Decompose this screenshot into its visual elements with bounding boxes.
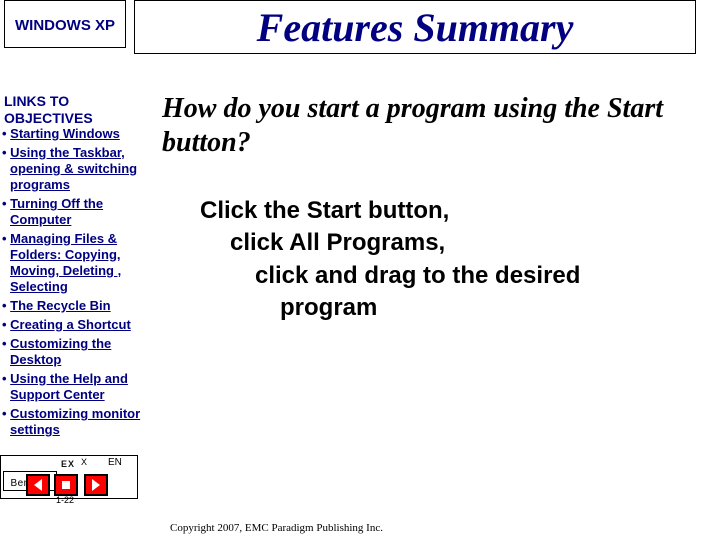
taskbar-label: EX	[61, 459, 75, 469]
links-heading: LINKS TO OBJECTIVES	[4, 93, 144, 127]
slide-answer: Click the Start button, click All Progra…	[200, 195, 670, 325]
answer-line-2: click All Programs,	[200, 227, 670, 259]
sidebar-item-managing-files[interactable]: • Managing Files & Folders: Copying, Mov…	[0, 231, 154, 295]
arrow-right-icon	[92, 479, 100, 491]
sidebar-title: WINDOWS XP	[4, 0, 126, 48]
sidebar-item-recycle-bin[interactable]: • The Recycle Bin	[0, 298, 154, 314]
answer-line-4: program	[200, 292, 670, 324]
sidebar-item-starting-windows[interactable]: • Starting Windows	[0, 126, 154, 142]
answer-line-1: Click the Start button,	[200, 195, 670, 227]
sidebar-item-turning-off[interactable]: • Turning Off the Computer	[0, 196, 154, 228]
sidebar-item-customize-desktop[interactable]: • Customizing the Desktop	[0, 336, 154, 368]
link-list: • Starting Windows • Using the Taskbar, …	[0, 126, 154, 441]
answer-line-3: click and drag to the desired	[200, 260, 670, 292]
page-title: Features Summary	[257, 4, 574, 51]
slide-number: 1-22	[56, 495, 74, 505]
sidebar-item-taskbar[interactable]: • Using the Taskbar, opening & switching…	[0, 145, 154, 193]
next-button[interactable]	[86, 476, 106, 494]
copyright: Copyright 2007, EMC Paradigm Publishing …	[170, 522, 383, 534]
slide-question: How do you start a program using the Sta…	[162, 92, 712, 159]
sidebar-item-help-support[interactable]: • Using the Help and Support Center	[0, 371, 154, 403]
home-button[interactable]	[56, 476, 76, 494]
prev-button[interactable]	[28, 476, 48, 494]
sidebar-item-shortcut[interactable]: • Creating a Shortcut	[0, 317, 154, 333]
corner-x: X	[81, 457, 87, 467]
sidebar-item-monitor-settings[interactable]: • Customizing monitor settings	[0, 406, 154, 438]
arrow-left-icon	[34, 479, 42, 491]
lang-indicator: EN	[108, 457, 122, 468]
square-icon	[62, 481, 70, 489]
title-box: Features Summary	[134, 0, 696, 54]
